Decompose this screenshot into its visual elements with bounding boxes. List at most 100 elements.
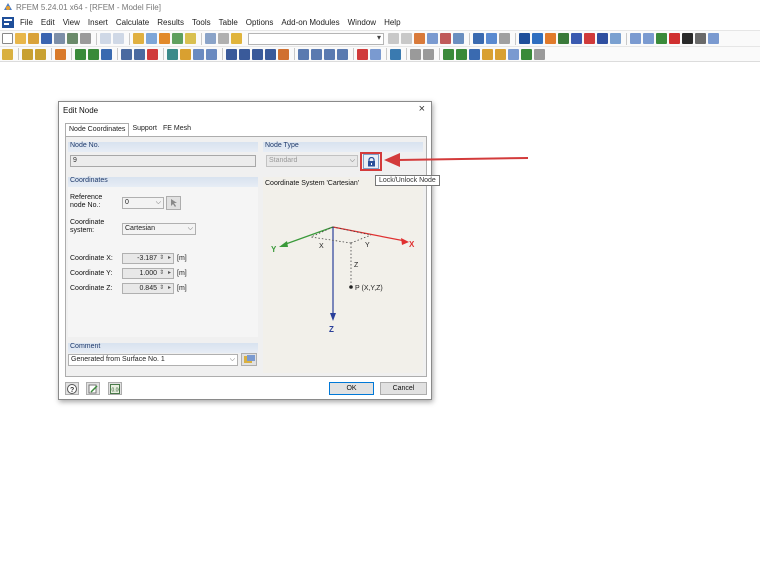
table-results-icon[interactable]: [508, 48, 519, 60]
menu-calculate[interactable]: Calculate: [116, 18, 149, 27]
result-values-icon[interactable]: [495, 48, 506, 60]
open-folder-icon[interactable]: [15, 33, 26, 44]
material-icon[interactable]: [180, 48, 191, 60]
snap-icon[interactable]: [532, 33, 543, 44]
set-of-members-icon[interactable]: [206, 48, 217, 60]
new-line-icon[interactable]: [22, 48, 33, 60]
menu-window[interactable]: Window: [348, 18, 376, 27]
previous-icon[interactable]: [388, 33, 399, 44]
dxf-icon[interactable]: [337, 48, 348, 60]
new-load-icon[interactable]: [147, 48, 158, 60]
panel-icon[interactable]: [218, 33, 229, 44]
close-icon[interactable]: ×: [419, 103, 425, 115]
redo-icon[interactable]: [113, 33, 124, 44]
grid-icon[interactable]: [519, 33, 530, 44]
new-support-icon[interactable]: [121, 48, 132, 60]
values-icon[interactable]: [427, 33, 438, 44]
nodal-load-icon[interactable]: [584, 33, 595, 44]
node-no-field[interactable]: 9: [70, 155, 256, 167]
units-button[interactable]: 0.00: [108, 382, 122, 395]
navigator-icon[interactable]: [390, 48, 401, 60]
menu-add-on-modules[interactable]: Add-on Modules: [281, 18, 339, 27]
new-hinge-icon[interactable]: [134, 48, 145, 60]
table-icon[interactable]: [205, 33, 216, 44]
tab-fe-mesh[interactable]: FE Mesh: [160, 123, 194, 137]
lock-unlock-node-button[interactable]: [363, 154, 379, 169]
mdi-document-icon[interactable]: [2, 16, 14, 28]
grid-view-icon[interactable]: [534, 48, 545, 60]
pick-node-button[interactable]: [166, 196, 181, 210]
filter-icon[interactable]: [656, 33, 667, 44]
tab-support[interactable]: Support: [129, 123, 160, 137]
reference-node-select[interactable]: 0 ⌵: [122, 197, 164, 209]
menu-options[interactable]: Options: [246, 18, 274, 27]
cancel-button[interactable]: Cancel: [380, 382, 427, 395]
work-plane-icon[interactable]: [311, 48, 322, 60]
edit-button[interactable]: [86, 382, 100, 395]
dimension-icon[interactable]: [630, 33, 641, 44]
menu-results[interactable]: Results: [157, 18, 184, 27]
save-icon[interactable]: [41, 33, 52, 44]
help-button[interactable]: ?: [65, 382, 79, 395]
new-polyline-icon[interactable]: [35, 48, 46, 60]
clipboard-icon[interactable]: [695, 33, 706, 44]
comment-library-button[interactable]: [241, 353, 257, 366]
results-icon[interactable]: [172, 33, 183, 44]
highlight-icon[interactable]: [357, 48, 368, 60]
menu-view[interactable]: View: [63, 18, 80, 27]
load-case-select[interactable]: [248, 32, 384, 45]
report-icon[interactable]: [521, 48, 532, 60]
folder-icon[interactable]: [185, 33, 196, 44]
spinner-icon[interactable]: ⇕ ▸: [159, 254, 172, 263]
print-icon[interactable]: [54, 33, 65, 44]
section-icon[interactable]: [545, 33, 556, 44]
coordinate-system-select[interactable]: Cartesian ⌵: [122, 223, 196, 235]
coordinate-x-input[interactable]: -3.187 ⇕ ▸: [122, 253, 174, 264]
menu-file[interactable]: File: [20, 18, 33, 27]
guideline-icon[interactable]: [324, 48, 335, 60]
ok-button[interactable]: OK: [329, 382, 374, 395]
node-results-icon[interactable]: [469, 48, 480, 60]
thickness-icon[interactable]: [193, 48, 204, 60]
model-check-icon[interactable]: [159, 33, 170, 44]
surface-results-icon[interactable]: [443, 48, 454, 60]
load-case-icon[interactable]: [231, 33, 242, 44]
undo-icon[interactable]: [100, 33, 111, 44]
print-graphic-icon[interactable]: [67, 33, 78, 44]
coordinate-z-input[interactable]: 0.845 ⇕ ▸: [122, 283, 174, 294]
new-opening-icon[interactable]: [101, 48, 112, 60]
scale-icon[interactable]: [265, 48, 276, 60]
isometric-icon[interactable]: [499, 33, 510, 44]
render-icon[interactable]: [486, 33, 497, 44]
select-icon[interactable]: [682, 33, 693, 44]
open-recent-icon[interactable]: [28, 33, 39, 44]
divide-icon[interactable]: [278, 48, 289, 60]
mirror-icon[interactable]: [252, 48, 263, 60]
visibility-icon[interactable]: [423, 48, 434, 60]
support-icon[interactable]: [558, 33, 569, 44]
results-display-icon[interactable]: [414, 33, 425, 44]
menu-table[interactable]: Table: [219, 18, 238, 27]
clipping-icon[interactable]: [410, 48, 421, 60]
animation-icon[interactable]: [482, 48, 493, 60]
next-icon[interactable]: [401, 33, 412, 44]
hinge-icon[interactable]: [571, 33, 582, 44]
new-solid-icon[interactable]: [88, 48, 99, 60]
edit-pencil-icon[interactable]: [133, 33, 144, 44]
delete-icon[interactable]: [669, 33, 680, 44]
measure-icon[interactable]: [643, 33, 654, 44]
spinner-icon[interactable]: ⇕ ▸: [159, 284, 172, 293]
preview-icon[interactable]: [80, 33, 91, 44]
deformation-icon[interactable]: [440, 33, 451, 44]
move-copy-icon[interactable]: [226, 48, 237, 60]
rotate-icon[interactable]: [239, 48, 250, 60]
display-icon[interactable]: [370, 48, 381, 60]
new-surface-icon[interactable]: [75, 48, 86, 60]
menu-insert[interactable]: Insert: [88, 18, 108, 27]
menu-edit[interactable]: Edit: [41, 18, 55, 27]
new-file-icon[interactable]: [2, 33, 13, 44]
coordinate-y-input[interactable]: 1.000 ⇕ ▸: [122, 268, 174, 279]
cross-section-icon[interactable]: [167, 48, 178, 60]
menu-tools[interactable]: Tools: [192, 18, 211, 27]
member-results-icon[interactable]: [456, 48, 467, 60]
